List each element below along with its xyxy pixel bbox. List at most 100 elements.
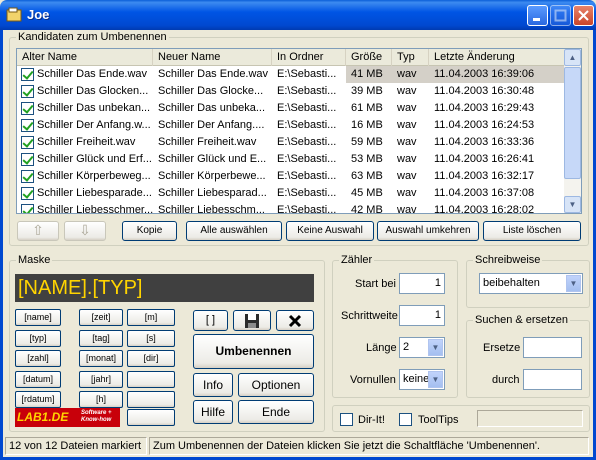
copy-button[interactable]: Kopie (122, 221, 177, 241)
chevron-down-icon[interactable]: ▼ (566, 275, 581, 292)
cell-size: 16 MB (351, 119, 383, 131)
cell-old: Schiller Körperbeweg... (17, 168, 153, 185)
column-header-type[interactable]: Typ (392, 49, 429, 66)
mask-input[interactable]: [NAME].[TYP] (15, 274, 314, 302)
table-row[interactable]: Schiller Körperbeweg... Schiller Körperbe… (17, 168, 565, 185)
clear-mask-button[interactable] (276, 310, 314, 331)
row-checkbox[interactable] (21, 204, 34, 213)
padding-select[interactable]: keine ▼ (399, 369, 445, 390)
table-row[interactable]: Schiller Das Glocken... Schiller Das Gloc… (17, 83, 565, 100)
move-up-button[interactable]: ⇧ (17, 221, 59, 241)
start-input[interactable]: 1 (399, 273, 445, 294)
token-button[interactable]: [tag] (79, 330, 123, 347)
table-row[interactable]: Schiller Der Anfang.w... Schiller Der Anf… (17, 117, 565, 134)
case-group-label: Schreibweise (473, 254, 543, 266)
row-checkbox[interactable] (21, 170, 34, 183)
tooltips-label: ToolTips (418, 414, 459, 426)
column-header-modified[interactable]: Letzte Änderung (429, 49, 565, 66)
close-button[interactable] (573, 5, 594, 26)
lab1-logo[interactable]: LAB1.DE Software + Know-how (15, 408, 120, 427)
empty-token-button[interactable] (127, 371, 175, 388)
search-replace-group-label: Suchen & ersetzen (473, 314, 570, 326)
empty-token-button[interactable] (127, 409, 175, 426)
empty-token-button[interactable] (127, 391, 175, 408)
column-header-size[interactable]: Größe (346, 49, 392, 66)
cell-size: 59 MB (351, 136, 383, 148)
token-button[interactable]: [m] (127, 309, 175, 326)
table-row[interactable]: Schiller Das unbekan... Schiller Das unbe… (17, 100, 565, 117)
token-button[interactable]: [jahr] (79, 371, 123, 388)
brackets-button[interactable]: [ ] (193, 310, 228, 331)
clear-list-button[interactable]: Liste löschen (483, 221, 581, 241)
minimize-button[interactable] (527, 5, 548, 26)
move-down-button[interactable]: ⇩ (64, 221, 106, 241)
cell-size: 42 MB (351, 204, 383, 214)
chevron-down-icon[interactable]: ▼ (428, 339, 443, 356)
token-button[interactable]: [name] (15, 309, 61, 326)
cell-new: Schiller Das Ende.wav (158, 68, 269, 80)
row-checkbox[interactable] (21, 153, 34, 166)
info-button[interactable]: Info (193, 373, 233, 397)
counter-group-label: Zähler (339, 254, 375, 266)
options-button[interactable]: Optionen (238, 373, 314, 397)
close-icon (578, 10, 589, 21)
cell-type: wav (397, 187, 417, 199)
maximize-button[interactable] (550, 5, 571, 26)
table-row[interactable]: Schiller Liebesschmer... Schiller Liebess… (17, 202, 565, 214)
row-checkbox[interactable] (21, 136, 34, 149)
token-button[interactable]: [rdatum] (15, 391, 61, 408)
cell-old: Schiller Freiheit.wav (17, 134, 153, 151)
dirit-checkbox[interactable] (340, 413, 353, 426)
token-button[interactable]: [zeit] (79, 309, 123, 326)
token-button[interactable]: [datum] (15, 371, 61, 388)
cell-modified: 11.04.2003 16:26:41 (434, 153, 535, 165)
table-row[interactable]: Schiller Glück und Erf... Schiller Glück … (17, 151, 565, 168)
cell-modified: 11.04.2003 16:29:43 (434, 102, 535, 114)
select-none-button[interactable]: Keine Auswahl (286, 221, 374, 241)
token-button[interactable]: [zahl] (15, 350, 61, 367)
cell-type: wav (397, 170, 417, 182)
token-button[interactable]: [dir] (127, 350, 175, 367)
list-scrollbar[interactable]: ▲ ▼ (564, 49, 581, 213)
cell-modified: 11.04.2003 16:37:08 (434, 187, 535, 199)
row-checkbox[interactable] (21, 102, 34, 115)
rename-button[interactable]: Umbenennen (193, 334, 314, 369)
table-row[interactable]: Schiller Freiheit.wav Schiller Freiheit.w… (17, 134, 565, 151)
exit-button[interactable]: Ende (238, 400, 314, 424)
column-header-folder[interactable]: In Ordner (272, 49, 346, 66)
case-select[interactable]: beibehalten ▼ (479, 273, 583, 294)
list-body: Schiller Das Ende.wav Schiller Das Ende.w… (17, 66, 565, 214)
invert-selection-button[interactable]: Auswahl umkehren (377, 221, 479, 241)
cell-modified: 11.04.2003 16:39:06 (429, 66, 565, 83)
column-header-new-name[interactable]: Neuer Name (153, 49, 272, 66)
save-mask-button[interactable] (233, 310, 271, 331)
token-button[interactable]: [h] (79, 391, 123, 408)
cell-size: 41 MB (346, 66, 392, 83)
step-input[interactable]: 1 (399, 305, 445, 326)
cell-type: wav (397, 204, 417, 214)
table-row[interactable]: Schiller Das Ende.wav Schiller Das Ende.w… (17, 66, 565, 83)
help-button[interactable]: Hilfe (193, 400, 233, 424)
token-button[interactable]: [typ] (15, 330, 61, 347)
length-select[interactable]: 2 ▼ (399, 337, 445, 358)
cell-folder: E:\Sebasti... (277, 119, 337, 131)
token-button[interactable]: [monat] (79, 350, 123, 367)
row-checkbox[interactable] (21, 85, 34, 98)
table-row[interactable]: Schiller Liebesparade... Schiller Liebesp… (17, 185, 565, 202)
with-input[interactable] (523, 369, 582, 390)
chevron-down-icon[interactable]: ▼ (428, 371, 443, 388)
cell-text: Schiller Liebesparade... (37, 187, 152, 199)
scroll-up-icon[interactable]: ▲ (564, 49, 581, 66)
replace-input[interactable] (523, 337, 582, 358)
token-button[interactable]: [s] (127, 330, 175, 347)
select-all-button[interactable]: Alle auswählen (186, 221, 282, 241)
scroll-thumb[interactable] (564, 67, 581, 179)
row-checkbox[interactable] (21, 119, 34, 132)
tooltips-checkbox[interactable] (399, 413, 412, 426)
cell-old: Schiller Das Ende.wav (17, 66, 153, 83)
row-checkbox[interactable] (21, 187, 34, 200)
scroll-down-icon[interactable]: ▼ (564, 196, 581, 213)
row-checkbox[interactable] (21, 68, 34, 81)
column-header-old-name[interactable]: Alter Name (17, 49, 153, 66)
file-list[interactable]: Alter Name Neuer Name In Ordner Größe Ty… (16, 48, 582, 214)
